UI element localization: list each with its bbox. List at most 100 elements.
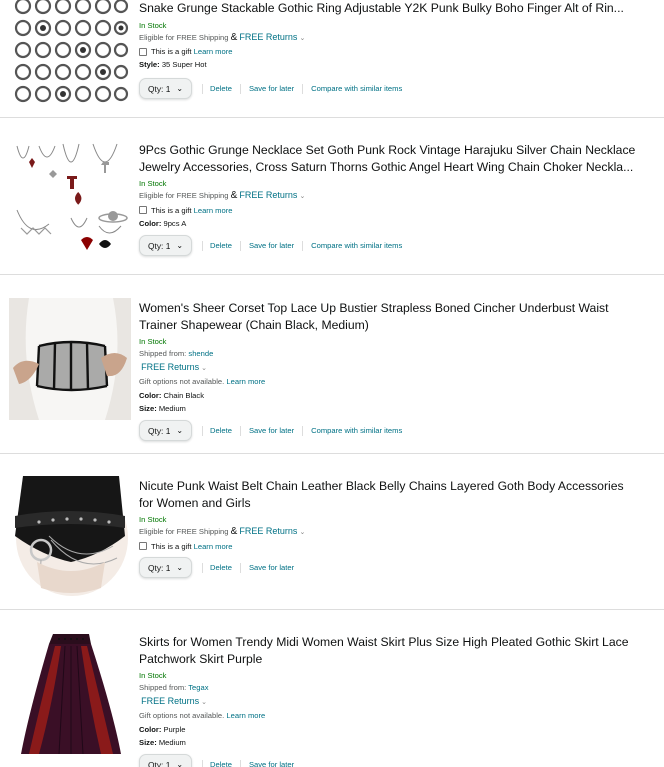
learn-more-link[interactable]: Learn more (226, 711, 265, 720)
learn-more-link[interactable]: Learn more (194, 540, 233, 553)
divider (202, 83, 203, 94)
delete-link[interactable]: Delete (210, 426, 232, 435)
attr-label: Color: (139, 724, 162, 734)
free-returns-link[interactable]: FREE Returns (239, 32, 297, 42)
gift-label: This is a gift (151, 47, 192, 56)
chevron-down-icon[interactable]: ⌄ (201, 365, 207, 372)
attr-value: Medium (158, 738, 186, 747)
quantity-dropdown[interactable]: Qty: 1 ⌄ (139, 78, 192, 99)
product-title[interactable]: Women's Sheer Corset Top Lace Up Bustier… (139, 300, 639, 333)
divider (202, 562, 203, 573)
compare-link[interactable]: Compare with similar items (311, 426, 402, 435)
attr-label: Size: (139, 404, 157, 413)
belt-image (9, 476, 131, 598)
delete-link[interactable]: Delete (210, 760, 232, 767)
qty-label: Qty: (148, 240, 164, 251)
attr-label: Color: (139, 218, 162, 228)
stock-status: In Stock (139, 20, 167, 30)
save-for-later-link[interactable]: Save for later (249, 760, 294, 767)
product-size: Size: Medium (139, 736, 639, 750)
quantity-dropdown[interactable]: Qty: 1 ⌄ (139, 754, 192, 767)
item-actions: Qty: 1 ⌄ Delete Save for later Compare wi… (139, 78, 402, 99)
free-returns-link[interactable]: FREE Returns (141, 362, 199, 372)
cart-item-list: Snake Grunge Stackable Gothic Ring Adjus… (0, 0, 664, 767)
qty-value: 1 (165, 83, 171, 94)
stock-status: In Stock (139, 179, 167, 188)
gift-checkbox[interactable] (139, 206, 147, 214)
amp-text: & (230, 31, 238, 43)
gift-option: This is a gift Learn more (139, 540, 639, 553)
delete-link[interactable]: Delete (210, 84, 232, 93)
divider (239, 562, 241, 573)
product-title[interactable]: Skirts for Women Trendy Midi Women Waist… (139, 634, 639, 667)
qty-label: Qty: (148, 562, 164, 573)
attr-value: Medium (158, 404, 186, 413)
attr-label: Style: (139, 60, 160, 69)
item-divider (0, 117, 664, 118)
save-for-later-link[interactable]: Save for later (249, 563, 294, 572)
delete-link[interactable]: Delete (210, 241, 232, 250)
eligible-text: Eligible for FREE Shipping (139, 527, 229, 536)
chevron-down-icon[interactable]: ⌄ (299, 35, 305, 42)
attr-value: 35 Super Hot (161, 60, 207, 69)
product-title[interactable]: Nicute Punk Waist Belt Chain Leather Bla… (139, 478, 639, 511)
product-color: Color: 9pcs A (139, 217, 639, 231)
product-title[interactable]: Snake Grunge Stackable Gothic Ring Adjus… (139, 0, 639, 17)
free-returns-link[interactable]: FREE Returns (239, 190, 297, 200)
qty-label: Qty: (148, 759, 164, 767)
compare-link[interactable]: Compare with similar items (311, 84, 402, 93)
chevron-down-icon[interactable]: ⌄ (201, 699, 207, 706)
quantity-dropdown[interactable]: Qty: 1 ⌄ (139, 235, 192, 256)
free-returns-link[interactable]: FREE Returns (239, 526, 297, 536)
gift-checkbox[interactable] (139, 542, 147, 550)
divider (202, 240, 203, 251)
skirt-image (9, 632, 131, 754)
attr-label: Color: (139, 390, 162, 400)
delete-link[interactable]: Delete (210, 563, 232, 572)
chevron-down-icon: ⌄ (176, 84, 184, 93)
gift-label: This is a gift (151, 205, 192, 215)
item-actions: Qty: 1 ⌄ Delete Save for later (139, 754, 294, 767)
product-style: Style: 35 Super Hot (139, 58, 639, 72)
seller-link[interactable]: shende (188, 349, 213, 358)
qty-value: 1 (165, 240, 171, 251)
shipped-from: Shipped from: Tegax (139, 681, 639, 695)
product-size: Size: Medium (139, 402, 639, 416)
save-for-later-link[interactable]: Save for later (249, 241, 294, 250)
returns-info: FREE Returns ⌄ (139, 695, 639, 710)
product-title[interactable]: 9Pcs Gothic Grunge Necklace Set Goth Pun… (139, 142, 639, 175)
compare-link[interactable]: Compare with similar items (311, 241, 402, 250)
product-image[interactable] (9, 476, 131, 598)
chevron-down-icon: ⌄ (176, 563, 184, 572)
shipping-eligibility: Eligible for FREE Shipping & FREE Return… (139, 31, 639, 46)
product-image[interactable] (9, 632, 131, 754)
corset-image (9, 298, 131, 420)
product-image[interactable] (9, 140, 131, 262)
chevron-down-icon[interactable]: ⌄ (299, 529, 305, 536)
learn-more-link[interactable]: Learn more (194, 204, 233, 217)
qty-value: 1 (165, 759, 171, 767)
amp-text: & (230, 190, 238, 201)
chevron-down-icon: ⌄ (176, 241, 184, 250)
shipped-from-label: Shipped from: (139, 683, 187, 692)
product-image[interactable] (9, 298, 131, 420)
gift-options: Gift options not available. Learn more (139, 709, 639, 723)
learn-more-link[interactable]: Learn more (226, 377, 265, 386)
learn-more-link[interactable]: Learn more (194, 45, 233, 58)
product-image[interactable] (9, 0, 131, 114)
save-for-later-link[interactable]: Save for later (249, 84, 294, 93)
quantity-dropdown[interactable]: Qty: 1 ⌄ (139, 557, 192, 578)
seller-link[interactable]: Tegax (188, 683, 208, 692)
chevron-down-icon[interactable]: ⌄ (299, 193, 305, 200)
gift-checkbox[interactable] (139, 47, 147, 56)
gift-options: Gift options not available. Learn more (139, 375, 639, 389)
divider (239, 759, 241, 767)
shipped-from: Shipped from: shende (139, 347, 639, 361)
shipping-eligibility: Eligible for FREE Shipping & FREE Return… (139, 189, 639, 204)
free-returns-link[interactable]: FREE Returns (141, 696, 199, 706)
divider (239, 425, 241, 436)
quantity-dropdown[interactable]: Qty: 1 ⌄ (139, 420, 192, 441)
qty-value: 1 (165, 425, 171, 436)
save-for-later-link[interactable]: Save for later (249, 426, 294, 435)
divider (202, 759, 203, 767)
